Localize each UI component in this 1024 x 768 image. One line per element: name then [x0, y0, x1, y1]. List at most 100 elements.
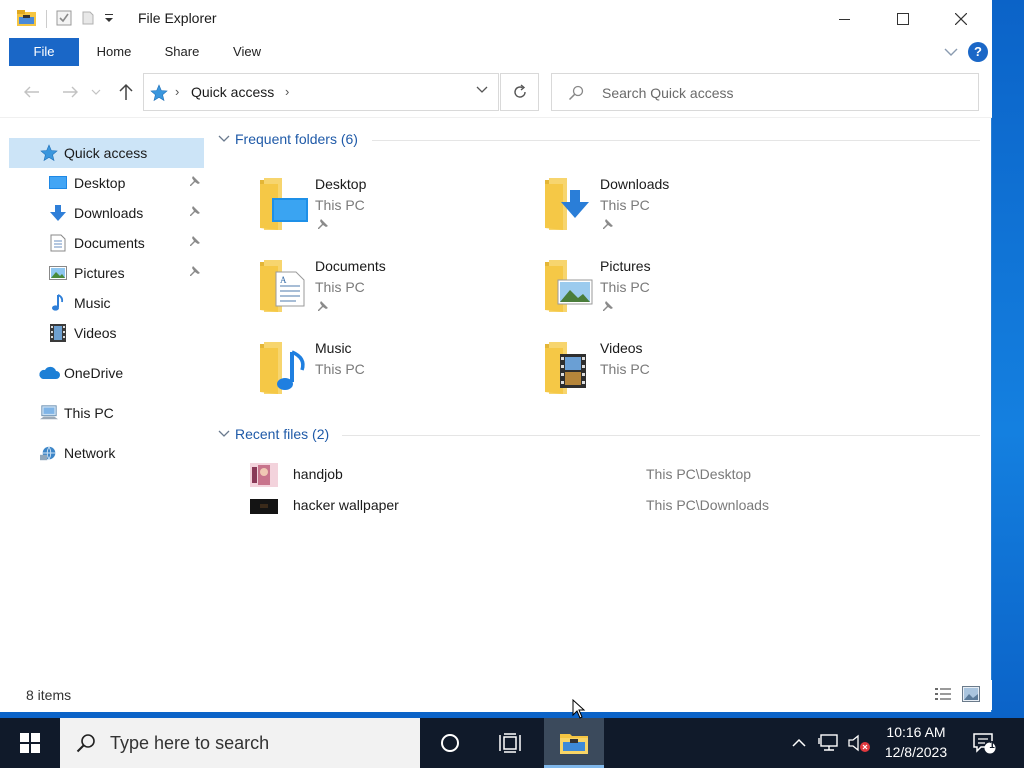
navigation-bar: › Quick access ›	[0, 66, 992, 118]
details-view-icon[interactable]	[934, 686, 952, 702]
folder-tile-videos[interactable]: Videos This PC	[543, 338, 823, 414]
back-button[interactable]	[20, 80, 44, 104]
network-status-icon	[818, 734, 838, 751]
show-hidden-icons-button[interactable]	[788, 718, 810, 768]
item-count: 8 items	[26, 687, 72, 703]
tab-file[interactable]: File	[9, 38, 79, 66]
ribbon-tab-bar: File Home Share View ?	[0, 38, 992, 66]
taskbar-search-placeholder: Type here to search	[110, 733, 270, 753]
search-input[interactable]	[602, 82, 962, 104]
taskbar-search-box[interactable]: Type here to search	[60, 718, 420, 768]
folder-location: This PC	[315, 197, 365, 213]
large-icons-view-icon[interactable]	[962, 686, 980, 702]
close-icon	[955, 13, 967, 25]
documents-folder-icon: A	[260, 260, 305, 312]
music-folder-icon	[260, 342, 305, 394]
maximize-button[interactable]	[874, 0, 932, 38]
task-view-button[interactable]	[488, 718, 532, 768]
breadcrumb-chevron-icon[interactable]: ›	[175, 84, 179, 99]
pin-icon[interactable]	[601, 301, 613, 313]
refresh-icon	[513, 84, 526, 98]
pictures-folder-icon	[545, 260, 593, 312]
folder-tile-downloads[interactable]: Downloads This PC	[543, 174, 823, 250]
customize-toolbar-dropdown-icon[interactable]	[104, 10, 114, 26]
taskbar-file-explorer-button[interactable]	[544, 718, 604, 768]
videos-folder-icon	[545, 342, 586, 394]
network-tray-button[interactable]	[816, 718, 842, 768]
forward-button[interactable]	[58, 80, 82, 104]
pin-icon[interactable]	[188, 206, 200, 218]
nav-item-music[interactable]: Music	[9, 288, 204, 318]
pin-icon[interactable]	[316, 219, 328, 231]
start-button[interactable]	[0, 718, 60, 768]
desktop-icon	[49, 174, 67, 192]
search-box[interactable]	[551, 73, 979, 111]
file-explorer-app-icon[interactable]	[17, 10, 36, 26]
nav-item-pictures[interactable]: Pictures	[9, 258, 204, 288]
search-icon	[76, 734, 95, 753]
nav-item-onedrive[interactable]: OneDrive	[9, 358, 204, 388]
pin-icon[interactable]	[188, 176, 200, 188]
chevron-up-icon	[792, 738, 806, 747]
properties-icon[interactable]	[56, 10, 72, 26]
maximize-icon	[897, 13, 909, 25]
status-bar: 8 items	[0, 680, 992, 710]
desktop-folder-icon	[260, 178, 308, 230]
clock[interactable]: 10:16 AM 12/8/2023	[872, 722, 960, 762]
up-button[interactable]	[114, 80, 138, 104]
recent-file-name: handjob	[293, 466, 343, 482]
nav-item-desktop[interactable]: Desktop	[9, 168, 204, 198]
action-center-button[interactable]: 1	[968, 718, 1000, 768]
nav-item-label: Documents	[74, 235, 145, 251]
recent-file-row[interactable]: handjob This PC\Desktop	[250, 461, 980, 489]
nav-item-network[interactable]: Network	[9, 438, 204, 468]
pin-icon[interactable]	[188, 266, 200, 278]
tab-home[interactable]: Home	[86, 38, 142, 66]
help-button[interactable]: ?	[968, 42, 988, 62]
recent-file-row[interactable]: hacker wallpaper This PC\Downloads	[250, 492, 980, 520]
nav-item-downloads[interactable]: Downloads	[9, 198, 204, 228]
nav-item-videos[interactable]: Videos	[9, 318, 204, 348]
refresh-button[interactable]	[500, 73, 539, 111]
folder-tile-music[interactable]: Music This PC	[258, 338, 538, 414]
tab-share[interactable]: Share	[156, 38, 208, 66]
image-thumbnail-icon	[250, 499, 278, 514]
quick-access-toolbar	[56, 10, 114, 26]
nav-item-label: OneDrive	[64, 365, 124, 381]
recent-locations-button[interactable]	[88, 80, 104, 104]
nav-item-label: Desktop	[74, 175, 126, 191]
recent-files-header[interactable]: Recent files (2)	[218, 426, 329, 442]
close-button[interactable]	[932, 0, 990, 38]
chevron-down-icon	[91, 89, 101, 95]
nav-item-quick-access[interactable]: Quick access	[9, 138, 204, 168]
pin-icon[interactable]	[188, 236, 200, 248]
title-separator	[46, 10, 47, 28]
new-folder-icon[interactable]	[80, 10, 96, 26]
volume-tray-button[interactable]	[846, 718, 872, 768]
frequent-folders-header[interactable]: Frequent folders (6)	[218, 131, 358, 147]
address-bar[interactable]: › Quick access ›	[143, 73, 499, 111]
tab-view[interactable]: View	[222, 38, 272, 66]
title-bar: File Explorer	[0, 0, 992, 38]
pin-icon[interactable]	[601, 219, 613, 231]
folder-name: Videos	[600, 340, 643, 356]
star-icon	[40, 144, 58, 162]
folder-tile-desktop[interactable]: Desktop This PC	[258, 174, 538, 250]
clock-date: 12/8/2023	[884, 744, 948, 760]
breadcrumb-chevron-icon[interactable]: ›	[285, 84, 289, 99]
folder-tile-documents[interactable]: A Documents This PC	[258, 256, 538, 332]
breadcrumb-location[interactable]: Quick access	[191, 84, 274, 100]
folder-location: This PC	[600, 361, 650, 377]
nav-item-documents[interactable]: Documents	[9, 228, 204, 258]
film-icon	[49, 324, 67, 342]
minimize-button[interactable]	[816, 0, 874, 38]
cortana-button[interactable]	[428, 718, 472, 768]
address-dropdown-icon[interactable]	[476, 86, 488, 94]
nav-item-label: Music	[74, 295, 111, 311]
task-view-icon	[499, 733, 521, 753]
pin-icon[interactable]	[316, 301, 328, 313]
clock-time: 10:16 AM	[886, 724, 946, 740]
folder-tile-pictures[interactable]: Pictures This PC	[543, 256, 823, 332]
expand-ribbon-icon[interactable]	[944, 47, 958, 57]
nav-item-this-pc[interactable]: This PC	[9, 398, 204, 428]
